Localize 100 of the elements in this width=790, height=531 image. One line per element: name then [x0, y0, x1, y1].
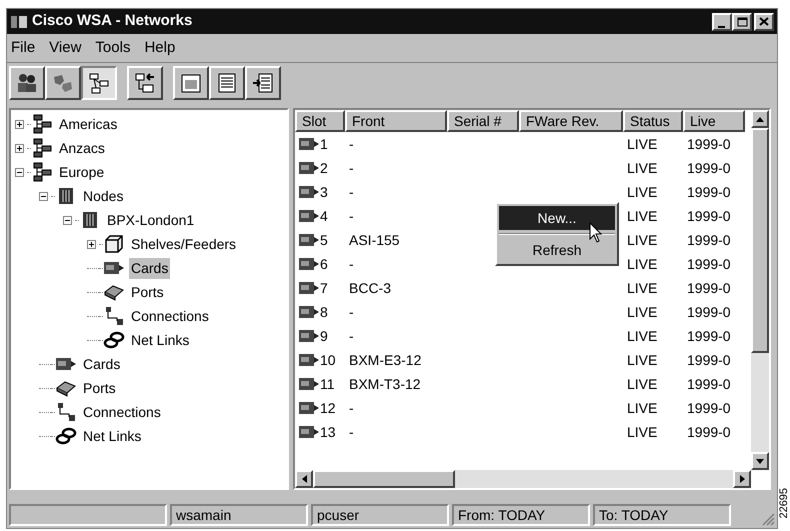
table-cell-text: 1999-0 [686, 422, 732, 442]
card-icon [298, 352, 320, 368]
toolbar-button[interactable] [81, 66, 117, 100]
column-header[interactable]: Serial # [447, 110, 519, 132]
card-icon [298, 304, 320, 320]
close-icon [759, 17, 769, 26]
scroll-up-button[interactable] [751, 110, 769, 128]
tree-item[interactable]: Connections [81, 402, 163, 422]
app-icon [10, 14, 28, 30]
card-icon [298, 208, 320, 224]
tree-item[interactable]: Nodes [81, 186, 126, 206]
status-text: To: TODAY [593, 504, 731, 526]
column-header[interactable]: Front [345, 110, 447, 132]
table-cell-text: 1999-0 [686, 350, 732, 370]
table-cell-text: - [348, 182, 355, 202]
table-cell-text: 10 [320, 350, 336, 370]
collapse-toggle[interactable] [39, 192, 48, 200]
menu-item[interactable]: New... [499, 206, 615, 230]
column-header[interactable]: Live [683, 110, 745, 132]
plus-icon [16, 144, 23, 152]
menu-item[interactable]: Tools [95, 36, 130, 60]
horizontal-scrollbar[interactable] [295, 470, 751, 488]
people-icon [16, 72, 38, 94]
card-icon [298, 328, 320, 344]
table-cell-text: 1999-0 [686, 374, 732, 394]
collapse-toggle[interactable] [15, 168, 24, 176]
card-icon [103, 260, 125, 276]
expand-toggle[interactable] [87, 240, 96, 248]
scroll-left-button[interactable] [295, 470, 313, 488]
minimize-button[interactable] [712, 12, 732, 30]
tree-item[interactable]: Europe [57, 162, 106, 182]
tree-item[interactable]: Cards [81, 354, 122, 374]
table-cell-text: 1999-0 [686, 182, 732, 202]
column-header[interactable]: Slot [295, 110, 345, 132]
scroll-down-button[interactable] [751, 452, 769, 470]
collapse-toggle[interactable] [63, 216, 72, 224]
table-cell-text: 8 [320, 302, 328, 322]
tree-icon [88, 72, 110, 94]
table-cell-text: LIVE [626, 422, 658, 442]
tree-item[interactable]: Net Links [129, 330, 192, 350]
tree-item[interactable]: Americas [57, 114, 120, 134]
table-cell-text: LIVE [626, 206, 658, 226]
table-cell-text: LIVE [626, 398, 658, 418]
table-cell-text: 1999-0 [686, 254, 732, 274]
tree-item[interactable]: Cards [129, 258, 170, 278]
tree-item[interactable]: Shelves/Feeders [129, 234, 238, 254]
table-cell-text: LIVE [626, 278, 658, 298]
scroll-thumb[interactable] [751, 128, 769, 353]
network-icon [31, 114, 53, 134]
card-icon [298, 376, 320, 392]
maximize-button[interactable] [732, 12, 752, 30]
vertical-scrollbar[interactable] [751, 110, 769, 470]
table-cell-text: - [348, 254, 355, 274]
table-cell-text: 1999-0 [686, 158, 732, 178]
table-cell-text: 1999-0 [686, 302, 732, 322]
column-header[interactable]: Status [623, 110, 683, 132]
table-cell-text: 3 [320, 182, 328, 202]
column-header[interactable]: FWare Rev. [519, 110, 623, 132]
table-cell-text: LIVE [626, 182, 658, 202]
table-cell-text: BXM-T3-12 [348, 374, 422, 394]
table-cell-text: LIVE [626, 230, 658, 250]
menu-item[interactable]: View [49, 36, 82, 60]
expand-toggle[interactable] [15, 144, 24, 152]
card-icon [298, 256, 320, 272]
mouse-pointer-icon [589, 222, 603, 244]
status-text: wsamain [170, 504, 308, 526]
table-cell-text: 1999-0 [686, 326, 732, 346]
tree-item[interactable]: Connections [129, 306, 211, 326]
card-icon [298, 424, 320, 440]
tree-item[interactable]: Anzacs [57, 138, 107, 158]
close-button[interactable] [754, 12, 774, 30]
table-cell-text: 4 [320, 206, 328, 226]
table-cell-text: 11 [320, 374, 335, 394]
menu-item[interactable]: Help [144, 36, 176, 60]
tree-item[interactable]: Net Links [81, 426, 144, 446]
table-cell-text: - [348, 326, 355, 346]
plus-icon [16, 120, 23, 128]
card-icon [55, 356, 77, 372]
table-cell-text: - [348, 422, 355, 442]
tree-item[interactable]: Ports [81, 378, 118, 398]
menu-item[interactable]: File [11, 36, 36, 60]
tree-item[interactable]: Ports [129, 282, 166, 302]
card-icon [298, 184, 320, 200]
status-text: pcuser [311, 504, 449, 526]
list-icon [216, 72, 238, 94]
tree-item[interactable]: BPX-London1 [105, 210, 196, 230]
scroll-right-button[interactable] [733, 470, 751, 488]
connection-icon [103, 306, 125, 326]
scroll-thumb[interactable] [313, 470, 455, 488]
connection-icon [55, 402, 77, 422]
resize-grip-icon[interactable] [761, 512, 775, 526]
card-icon [298, 280, 320, 296]
folder-arrow-icon [134, 72, 156, 94]
menu-item[interactable]: Refresh [499, 238, 615, 262]
table-cell-text: 6 [320, 254, 328, 274]
expand-toggle[interactable] [15, 120, 24, 128]
table-cell-text: 1999-0 [686, 230, 732, 250]
table-cell-text: - [348, 206, 355, 226]
table-cell-text: BXM-E3-12 [348, 350, 422, 370]
table-cell-text: LIVE [626, 158, 658, 178]
